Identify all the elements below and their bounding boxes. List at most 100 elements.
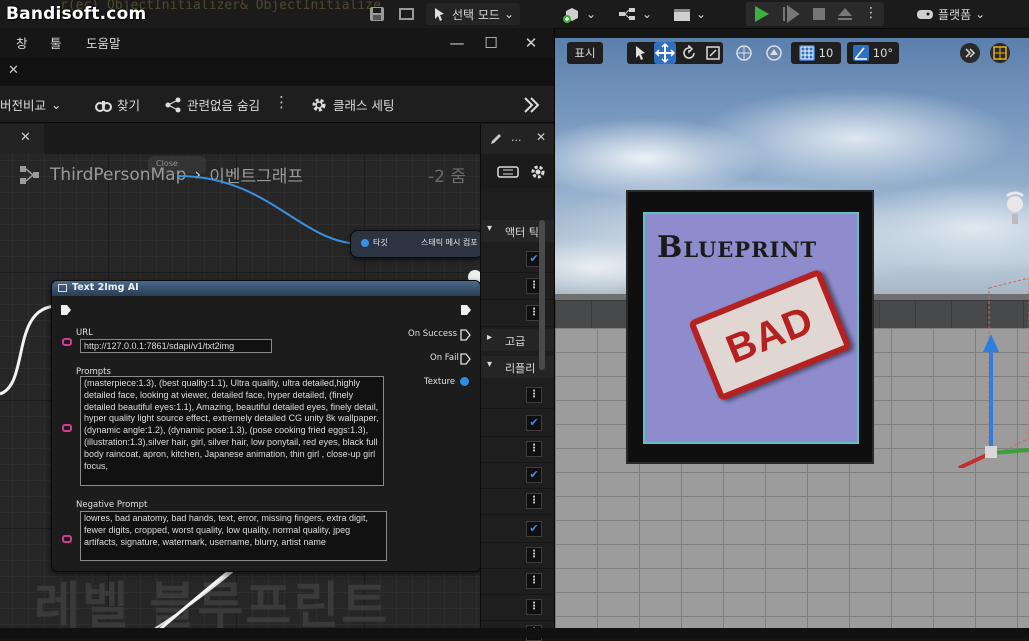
- close-window-button[interactable]: ✕: [518, 32, 544, 54]
- settings-gear-icon[interactable]: [529, 163, 547, 181]
- checkbox[interactable]: ✔: [526, 521, 542, 537]
- on-fail-pin-icon[interactable]: [460, 353, 472, 365]
- show-button[interactable]: 표시: [567, 42, 603, 64]
- eject-icon[interactable]: [836, 5, 854, 23]
- cinematics-button[interactable]: ⌄: [672, 3, 706, 25]
- more-options-icon[interactable]: ⋮: [526, 493, 542, 509]
- hide-unrelated-button[interactable]: 관련없음 숨김: [164, 95, 260, 114]
- graph-tab[interactable]: ✕: [0, 124, 44, 154]
- on-success-label: On Success: [408, 329, 457, 339]
- translate-tool-button[interactable]: [654, 42, 676, 64]
- more-options-icon[interactable]: ⋮: [526, 573, 542, 589]
- texture-pin-icon[interactable]: [460, 377, 469, 386]
- wire-exec: [0, 304, 59, 396]
- platforms-label: 플랫폼: [938, 7, 972, 22]
- rotation-snap-toggle[interactable]: 10°: [847, 42, 899, 64]
- window-titlebar: 창 툴 도움말 — ☐ ✕: [0, 28, 554, 58]
- property-row: ✔: [481, 516, 554, 543]
- platforms-dropdown[interactable]: 플랫폼 ⌄: [916, 3, 985, 25]
- more-options-icon[interactable]: ⋮: [864, 5, 878, 21]
- pencil-icon: [491, 134, 501, 144]
- negative-prompt-field[interactable]: lowres, bad anatomy, bad hands, text, er…: [80, 511, 387, 561]
- billboard-mesh[interactable]: Blueprint BAD: [626, 190, 874, 464]
- add-actor-button[interactable]: ⌄: [562, 3, 596, 25]
- close-tab-icon[interactable]: ✕: [20, 130, 31, 145]
- details-scrollbar[interactable]: [539, 220, 545, 370]
- prompts-pin-icon[interactable]: [62, 424, 72, 432]
- chevron-down-icon: ⌄: [696, 7, 707, 21]
- details-panel: ▾ 액터 틱 ✔ ⋮ ⋮ ▸ 고급 ▾ 리플리 ⋮ ✔ ⋮ ✔ ⋮ ✔ ⋮ ⋮ …: [480, 154, 554, 641]
- property-row: ⋮: [481, 542, 554, 569]
- checkbox[interactable]: ✔: [526, 415, 542, 431]
- prompts-field[interactable]: (masterpiece:1.3), (best quality:1.1), U…: [80, 376, 384, 486]
- checkbox[interactable]: ✔: [526, 467, 542, 483]
- diff-label: 버전비교: [0, 98, 47, 113]
- url-field[interactable]: http://127.0.0.1:7861/sdapi/v1/txt2img: [80, 339, 272, 353]
- url-pin-icon[interactable]: [62, 338, 72, 346]
- section-label: 액터 틱: [505, 226, 539, 239]
- menu-help[interactable]: 도움말: [86, 33, 121, 52]
- text2img-node[interactable]: Text 2Img AI URL http://127.0.0.1:7861/s…: [51, 280, 480, 572]
- light-icon[interactable]: [995, 188, 1029, 228]
- save-icon: [370, 7, 384, 21]
- close-tab-icon[interactable]: ✕: [8, 63, 19, 78]
- menu-window[interactable]: 창: [16, 33, 28, 52]
- world-local-icon[interactable]: [735, 44, 753, 62]
- content-browser-button[interactable]: [398, 3, 416, 25]
- get-component-node[interactable]: 타깃 스태틱 메시 컴포: [350, 230, 480, 258]
- mode-label: 선택 모드: [452, 7, 500, 22]
- menu-tools[interactable]: 툴: [50, 33, 62, 52]
- blueprint-toolbar: 버전비교 ⌄ 찾기 관련없음 숨김 ⋮ 클래스 세팅: [0, 86, 554, 123]
- more-options-icon[interactable]: ⋮: [274, 93, 289, 111]
- property-row: ✔: [481, 410, 554, 437]
- close-tab-icon[interactable]: ✕: [536, 130, 546, 144]
- save-button[interactable]: [368, 3, 386, 25]
- more-options-icon[interactable]: ⋮: [526, 547, 542, 563]
- target-pin-icon[interactable]: [361, 239, 369, 247]
- section-label: 고급: [505, 335, 526, 348]
- grid-snap-toggle[interactable]: 10: [791, 42, 841, 64]
- transform-gizmo[interactable]: [939, 278, 1029, 468]
- component-icon[interactable]: [497, 164, 521, 180]
- blueprint-nodes-icon: [619, 8, 635, 20]
- clapperboard-icon: [674, 9, 690, 21]
- more-options-icon[interactable]: ⋮: [526, 441, 542, 457]
- diff-dropdown[interactable]: 버전비교 ⌄: [0, 95, 62, 114]
- level-viewport[interactable]: Blueprint BAD 표시 10 10°: [555, 38, 1029, 628]
- bad-stamp: BAD: [688, 268, 852, 402]
- mode-select-dropdown[interactable]: 선택 모드 ⌄: [426, 3, 521, 25]
- more-options-icon[interactable]: ⋮: [526, 387, 542, 403]
- rotate-tool-icon[interactable]: [681, 45, 697, 61]
- url-pin-label: URL: [76, 328, 93, 338]
- more-options-icon[interactable]: ⋮: [526, 599, 542, 615]
- rotation-snap-value: 10°: [872, 46, 894, 60]
- maximize-button[interactable]: ☐: [478, 32, 504, 54]
- class-settings-button[interactable]: 클래스 세팅: [310, 95, 394, 114]
- negative-prompt-pin-icon[interactable]: [62, 535, 72, 543]
- target-label: 타깃: [373, 238, 388, 247]
- stop-icon[interactable]: [810, 5, 828, 23]
- select-tool-icon[interactable]: [633, 45, 649, 61]
- advance-frame-icon[interactable]: [782, 5, 800, 23]
- grid-snap-value: 10: [818, 46, 834, 60]
- node-title: Text 2Img AI: [72, 282, 139, 293]
- exec-in-pin-icon[interactable]: [60, 304, 72, 316]
- details-tab[interactable]: ... ✕: [480, 124, 554, 154]
- event-graph-canvas[interactable]: 레벨 블루프린트 Close ThirdPersonMap › 이벤트그래프 -…: [0, 154, 480, 638]
- scale-tool-icon[interactable]: [705, 45, 721, 61]
- hide-unrelated-label: 관련없음 숨김: [187, 98, 260, 113]
- minimize-button[interactable]: —: [444, 32, 470, 54]
- blueprint-editor-window: 창 툴 도움말 — ☐ ✕ ✕ 버전비교 ⌄ 찾기 관련없음 숨김 ⋮ 클래스 …: [0, 28, 555, 641]
- surface-snap-icon[interactable]: [765, 44, 783, 62]
- blueprints-button[interactable]: ⌄: [618, 3, 652, 25]
- expand-toolbar-icon[interactable]: [959, 42, 981, 64]
- expand-toolbar-icon[interactable]: [522, 96, 542, 114]
- exec-out-pin-icon[interactable]: [460, 304, 472, 316]
- property-row: ⋮: [481, 382, 554, 409]
- viewport-layout-icon[interactable]: [989, 42, 1011, 64]
- find-button[interactable]: 찾기: [94, 95, 140, 114]
- show-label: 표시: [574, 46, 596, 60]
- play-icon[interactable]: [752, 5, 772, 23]
- on-success-pin-icon[interactable]: [460, 329, 472, 341]
- details-header: [481, 154, 554, 188]
